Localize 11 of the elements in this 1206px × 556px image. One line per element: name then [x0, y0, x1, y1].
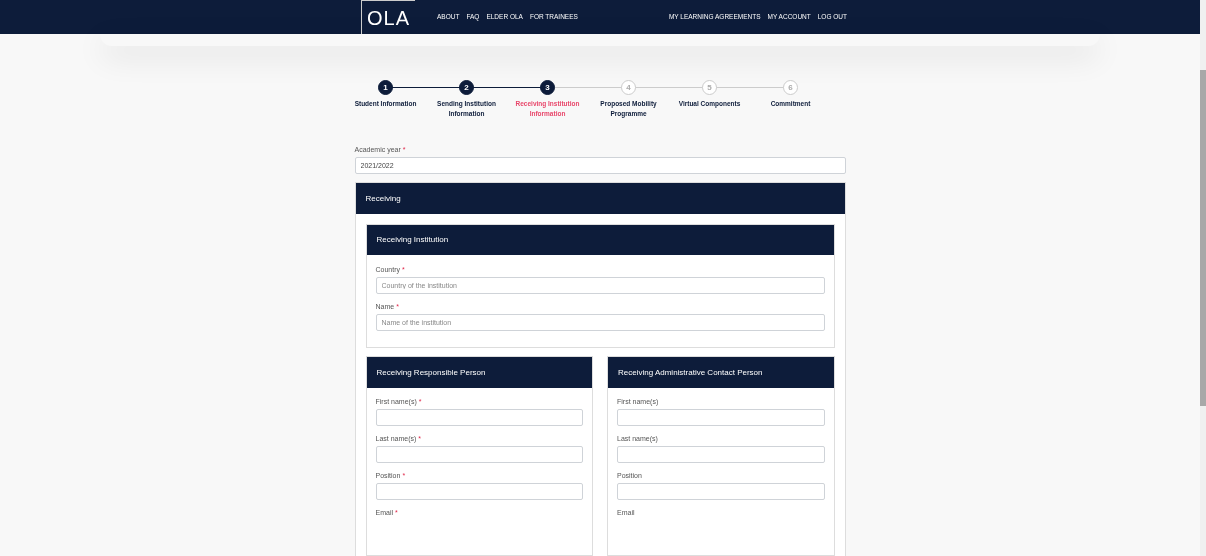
input-field[interactable] [617, 446, 825, 463]
input-field[interactable] [617, 409, 825, 426]
card-title: Receiving Responsible Person [376, 366, 486, 379]
card-title: Receiving Administrative Contact Person [618, 366, 763, 379]
input-field[interactable] [617, 483, 825, 500]
input-field[interactable] [375, 409, 583, 426]
input-field[interactable] [375, 483, 583, 500]
scrollbar[interactable] [1200, 0, 1206, 556]
input-field[interactable] [375, 446, 583, 463]
panel-title: Receiving [365, 192, 401, 205]
card-title: Receiving Institution [376, 234, 449, 246]
